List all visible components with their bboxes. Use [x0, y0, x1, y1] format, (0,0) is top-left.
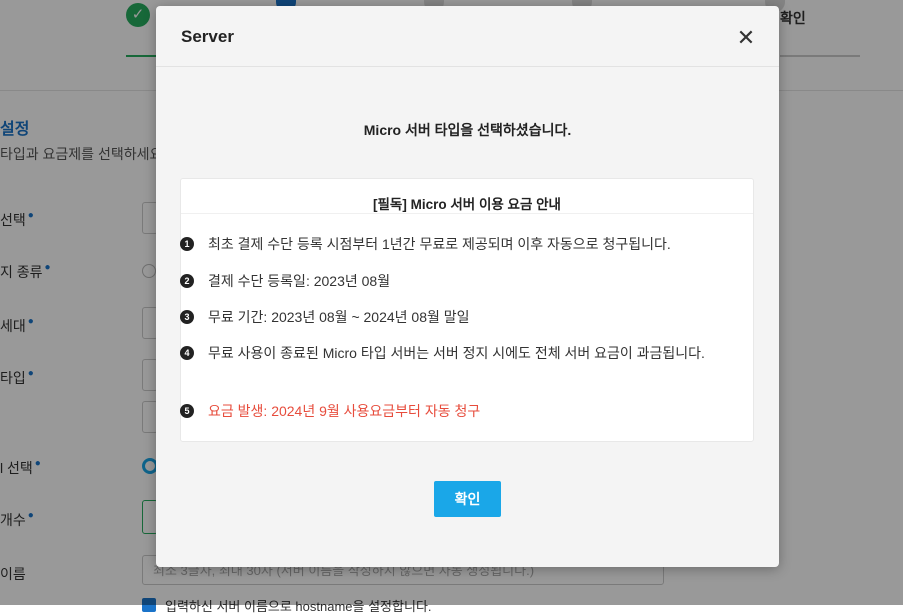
- notice-item-text: 결제 수단 등록일: 2023년 08월: [208, 273, 391, 289]
- notice-item-text: 무료 기간: 2023년 08월 ~ 2024년 08월 말일: [208, 309, 470, 325]
- notice-item: 1 최초 결제 수단 등록 시점부터 1년간 무료로 제공되며 이후 자동으로 …: [180, 233, 713, 256]
- selection-message: Micro 서버 타입을 선택하셨습니다.: [363, 122, 572, 138]
- number-badge-icon: 1: [180, 237, 194, 251]
- notice-item: 3 무료 기간: 2023년 08월 ~ 2024년 08월 말일: [180, 306, 713, 329]
- notice-item-warning: 5 요금 발생: 2024년 9월 사용요금부터 자동 청구: [180, 400, 713, 423]
- modal-title: Server: [181, 27, 234, 46]
- notice-title: [필독] Micro 서버 이용 요금 안내: [373, 197, 561, 212]
- server-modal: Server ✕ Micro 서버 타입을 선택하셨습니다. [필독] Micr…: [156, 6, 779, 567]
- modal-header: Server ✕: [156, 6, 779, 67]
- close-icon: ✕: [736, 25, 756, 50]
- notice-item: 2 결제 수단 등록일: 2023년 08월: [180, 270, 713, 293]
- notice-item-text: 무료 사용이 종료된 Micro 타입 서버는 서버 정지 시에도 전체 서버 …: [208, 345, 705, 361]
- number-badge-icon: 5: [180, 404, 194, 418]
- confirm-button[interactable]: 확인: [434, 481, 501, 517]
- notice-box: [필독] Micro 서버 이용 요금 안내 1 최초 결제 수단 등록 시점부…: [180, 178, 754, 442]
- notice-divider: [181, 213, 753, 214]
- number-badge-icon: 2: [180, 274, 194, 288]
- notice-item: 4 무료 사용이 종료된 Micro 타입 서버는 서버 정지 시에도 전체 서…: [180, 342, 713, 365]
- notice-item-text: 요금 발생: 2024년 9월 사용요금부터 자동 청구: [208, 403, 481, 419]
- number-badge-icon: 4: [180, 346, 194, 360]
- close-button[interactable]: ✕: [732, 24, 760, 52]
- notice-item-text: 최초 결제 수단 등록 시점부터 1년간 무료로 제공되며 이후 자동으로 청구…: [208, 236, 671, 252]
- number-badge-icon: 3: [180, 310, 194, 324]
